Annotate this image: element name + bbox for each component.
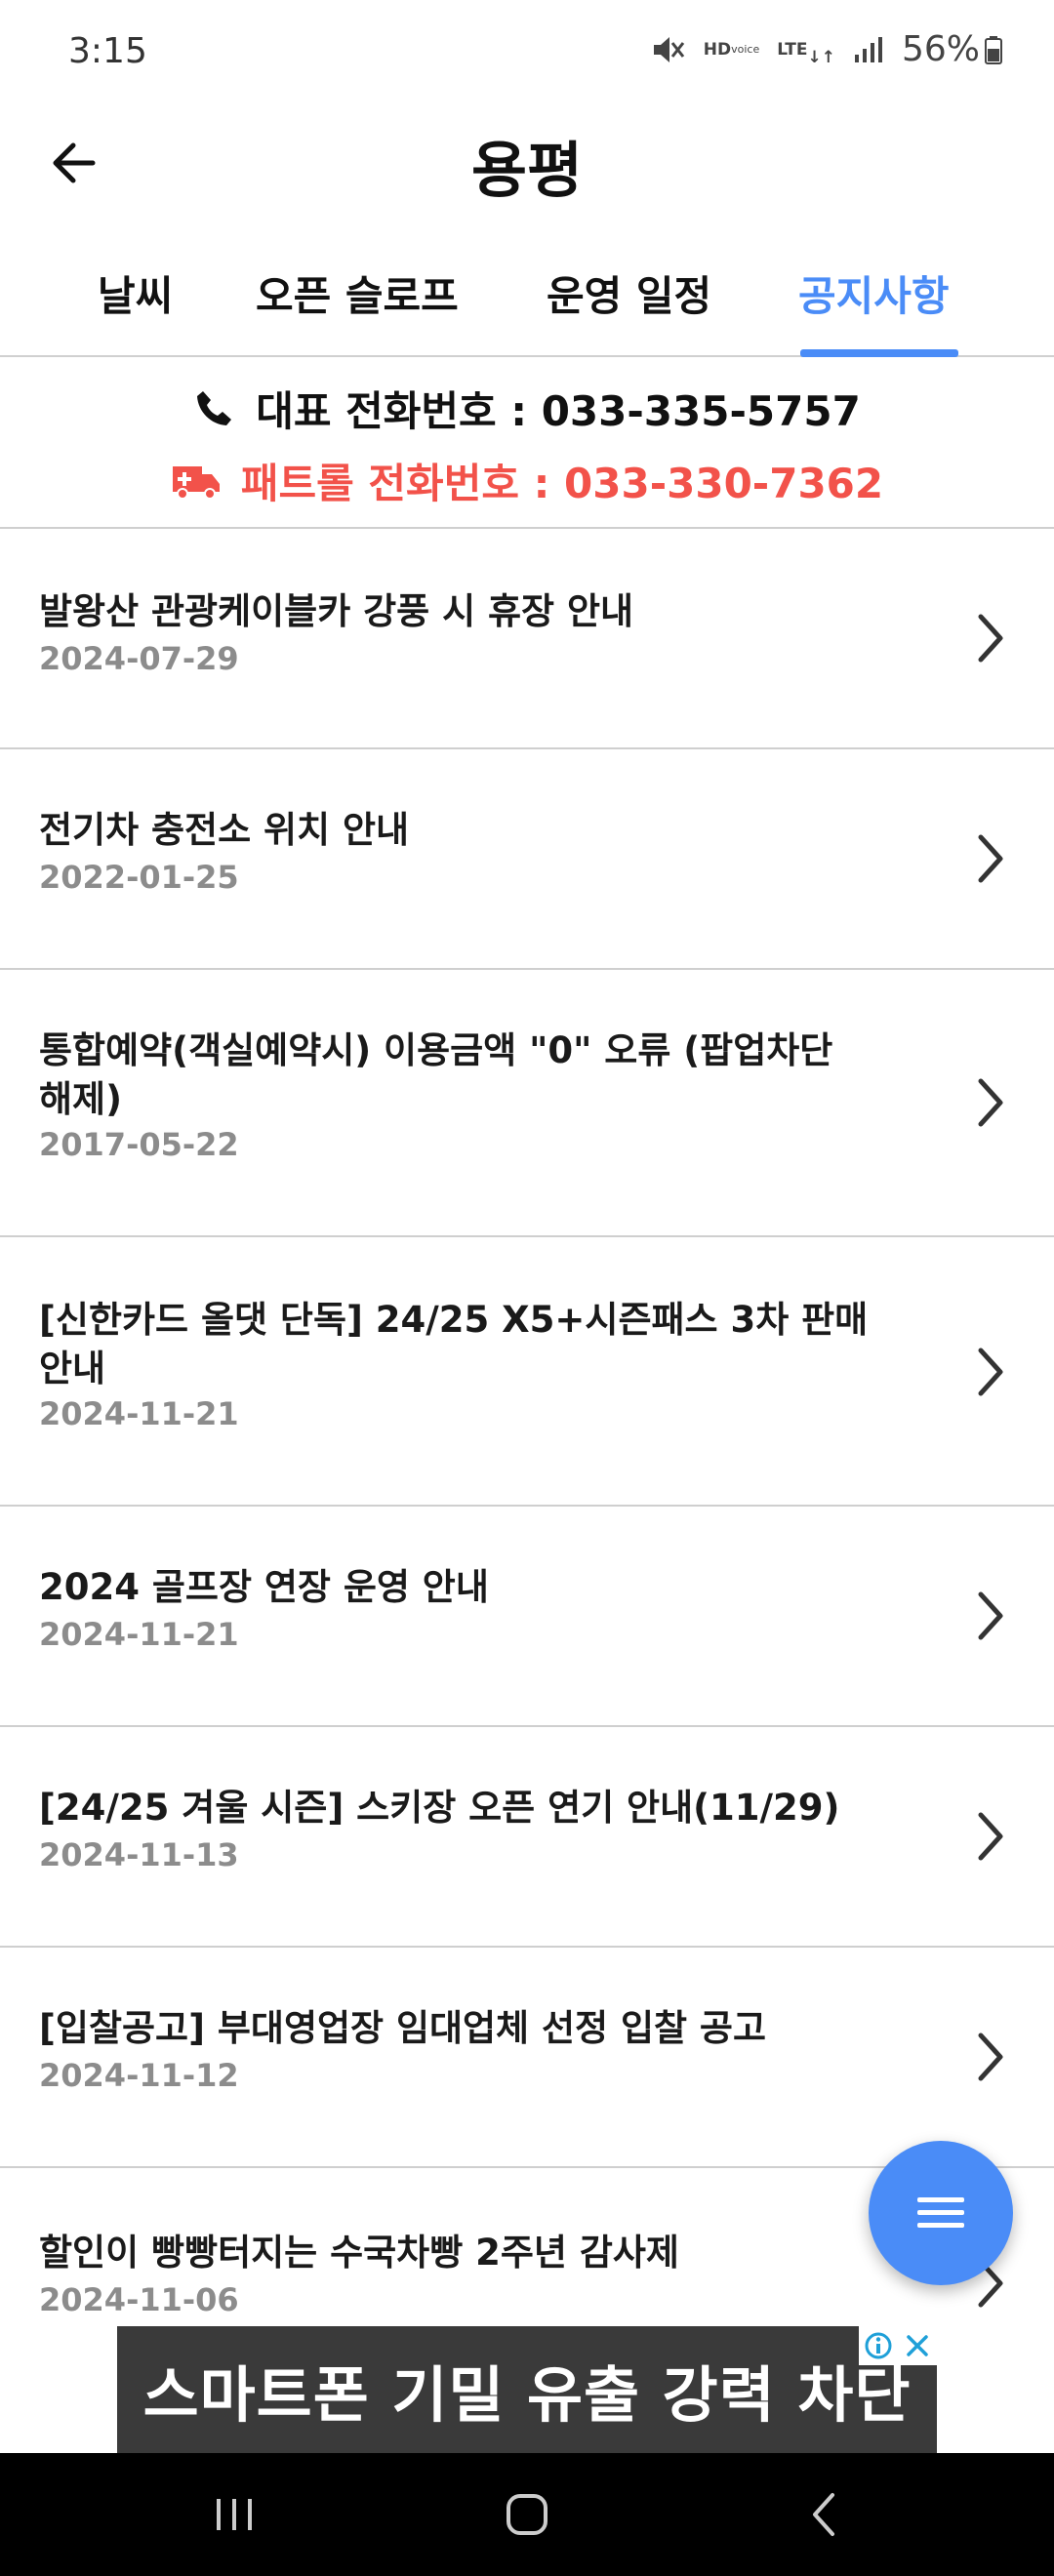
status-icons: HD voice LTE ↓↑ 56% [651, 29, 1003, 69]
ad-banner[interactable]: 스마트폰 기밀 유출 강력 차단 [117, 2326, 937, 2453]
patrol-phone[interactable]: 패트롤 전화번호 : 033-330-7362 [0, 451, 1054, 510]
hd-voice-top: HD [703, 39, 732, 60]
notice-title: 전기차 충전소 위치 안내 [39, 809, 410, 851]
notice-item[interactable]: 통합예약(객실예약시) 이용금액 "0" 오류 (팝업차단 해제) 2017-0… [0, 970, 1054, 1237]
ambulance-icon [172, 465, 220, 500]
notice-date: 2024-11-06 [39, 2281, 239, 2318]
notice-date: 2017-05-22 [39, 1126, 239, 1163]
app-header: 용평 [0, 107, 1054, 215]
notice-item[interactable]: 발왕산 관광케이블카 강풍 시 휴장 안내 2024-07-29 [0, 529, 1054, 749]
lte-icon: LTE ↓↑ [777, 39, 835, 67]
notice-title: 2024 골프장 연장 운영 안내 [39, 1566, 489, 1608]
notice-item[interactable]: 전기차 충전소 위치 안내 2022-01-25 [0, 749, 1054, 970]
mute-icon [651, 33, 686, 66]
chevron-right-icon [966, 1343, 1015, 1401]
system-back-button[interactable] [775, 2480, 872, 2549]
ad-controls [859, 2326, 937, 2365]
notice-item[interactable]: 2024 골프장 연장 운영 안내 2024-11-21 [0, 1507, 1054, 1727]
tab-notices[interactable]: 공지사항 [798, 263, 950, 323]
system-back-icon [813, 2493, 834, 2536]
tab-schedule[interactable]: 운영 일정 [547, 263, 711, 323]
notice-date: 2024-11-21 [39, 1616, 239, 1653]
chevron-right-icon [966, 1807, 1015, 1866]
main-phone-text: 대표 전화번호 : 033-335-5757 [256, 387, 861, 435]
menu-icon [917, 2197, 964, 2228]
battery-icon [984, 35, 1003, 64]
ad-text: 스마트폰 기밀 유출 강력 차단 [142, 2359, 912, 2431]
main-phone[interactable]: 대표 전화번호 : 033-335-5757 [0, 379, 1054, 438]
lte-label: LTE [777, 39, 808, 60]
home-icon [507, 2494, 547, 2535]
chevron-right-icon [966, 2028, 1015, 2086]
battery-percent: 56% [901, 29, 980, 69]
notice-date: 2022-01-25 [39, 859, 239, 896]
notice-title: [신한카드 올댓 단독] 24/25 X5+시즌패스 3차 판매 안내 [39, 1299, 869, 1389]
signal-icon [853, 35, 884, 64]
hd-voice-bottom: voice [731, 42, 760, 56]
notice-item[interactable]: [입찰공고] 부대영업장 임대업체 선정 입찰 공고 2024-11-12 [0, 1948, 1054, 2168]
chevron-right-icon [966, 609, 1015, 667]
contact-section: 대표 전화번호 : 033-335-5757 패트롤 전화번호 : 033-33… [0, 359, 1054, 529]
notice-date: 2024-11-21 [39, 1395, 239, 1432]
recent-apps-button[interactable] [185, 2480, 283, 2549]
notice-title: 할인이 빵빵터지는 수국차빵 2주년 감사제 [39, 2232, 679, 2274]
status-bar: 3:15 HD voice LTE ↓↑ 56% [0, 0, 1054, 107]
recent-apps-icon [217, 2499, 252, 2530]
chevron-right-icon [966, 829, 1015, 888]
ad-info-icon[interactable] [859, 2326, 898, 2365]
system-nav-bar [0, 2453, 1054, 2576]
notice-date: 2024-11-13 [39, 1836, 239, 1873]
phone-icon [197, 390, 232, 425]
hd-voice-icon: HD voice [703, 39, 760, 60]
notice-title: [24/25 겨울 시즌] 스키장 오픈 연기 안내(11/29) [39, 1787, 840, 1829]
menu-fab-button[interactable] [869, 2141, 1013, 2285]
status-time: 3:15 [68, 31, 147, 71]
chevron-right-icon [966, 1073, 1015, 1132]
notice-date: 2024-07-29 [39, 640, 239, 677]
page-title: 용평 [470, 135, 584, 206]
active-tab-indicator [800, 349, 958, 357]
chevron-right-icon [966, 1587, 1015, 1645]
notice-title: 통합예약(객실예약시) 이용금액 "0" 오류 (팝업차단 해제) [39, 1029, 833, 1120]
ad-close-icon[interactable] [898, 2326, 937, 2365]
patrol-phone-text: 패트롤 전화번호 : 033-330-7362 [240, 460, 884, 507]
notice-date: 2024-11-12 [39, 2057, 239, 2094]
notice-item[interactable]: [24/25 겨울 시즌] 스키장 오픈 연기 안내(11/29) 2024-1… [0, 1727, 1054, 1948]
notice-item[interactable]: [신한카드 올댓 단독] 24/25 X5+시즌패스 3차 판매 안내 2024… [0, 1237, 1054, 1507]
tab-weather[interactable]: 날씨 [98, 263, 173, 323]
tab-bar: 날씨 오픈 슬로프 운영 일정 공지사항 [0, 246, 1054, 357]
tab-open-slopes[interactable]: 오픈 슬로프 [256, 263, 459, 323]
home-button[interactable] [478, 2480, 576, 2549]
notice-list: 발왕산 관광케이블카 강풍 시 휴장 안내 2024-07-29 전기차 충전소… [0, 529, 1054, 2324]
notice-title: 발왕산 관광케이블카 강풍 시 휴장 안내 [39, 590, 634, 632]
notice-title: [입찰공고] 부대영업장 임대업체 선정 입찰 공고 [39, 2007, 766, 2049]
